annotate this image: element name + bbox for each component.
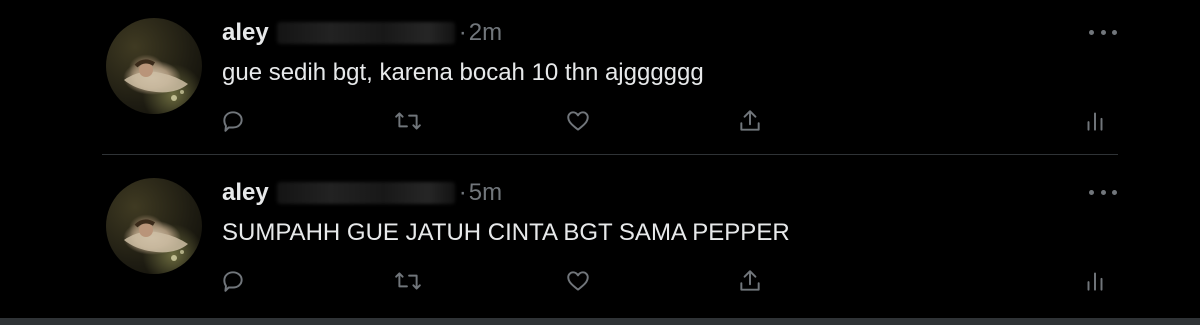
tweet-timestamp[interactable]: 2m bbox=[469, 18, 502, 48]
share-button[interactable] bbox=[735, 266, 765, 296]
redacted-handle bbox=[276, 22, 455, 44]
share-icon bbox=[740, 110, 760, 131]
like-icon bbox=[567, 111, 589, 131]
tweet-timestamp[interactable]: 5m bbox=[469, 178, 502, 208]
avatar[interactable] bbox=[106, 18, 202, 114]
author-name[interactable]: aley bbox=[222, 18, 269, 48]
tweet-actions bbox=[0, 106, 1200, 136]
avatar-painting bbox=[124, 59, 188, 101]
bottom-bar bbox=[0, 318, 1200, 325]
analytics-icon bbox=[1087, 112, 1103, 131]
more-icon[interactable] bbox=[1089, 26, 1117, 38]
retweet-button[interactable] bbox=[393, 266, 423, 296]
more-icon[interactable] bbox=[1089, 186, 1117, 198]
analytics-button[interactable] bbox=[1080, 106, 1110, 136]
analytics-button[interactable] bbox=[1080, 266, 1110, 296]
author-name[interactable]: aley bbox=[222, 178, 269, 208]
analytics-icon bbox=[1087, 272, 1103, 291]
redacted-handle bbox=[276, 182, 455, 204]
tweet[interactable]: aley · 2m gue sedih bgt, karena bocah 10… bbox=[0, 0, 1200, 155]
tweet-author: aley · 2m bbox=[222, 18, 502, 48]
tweet-author: aley · 5m bbox=[222, 178, 502, 208]
tweet-feed: aley · 2m gue sedih bgt, karena bocah 10… bbox=[0, 0, 1200, 325]
avatar[interactable] bbox=[106, 178, 202, 274]
tweet[interactable]: aley · 5m SUMPAHH GUE JATUH CINTA BGT SA… bbox=[0, 160, 1200, 315]
retweet-button[interactable] bbox=[393, 106, 423, 136]
like-icon bbox=[567, 271, 589, 291]
reply-icon bbox=[223, 111, 243, 132]
retweet-icon bbox=[395, 272, 421, 290]
tweet-text: gue sedih bgt, karena bocah 10 thn ajggg… bbox=[222, 59, 704, 86]
tweet-divider bbox=[102, 154, 1118, 155]
retweet-icon bbox=[395, 112, 421, 130]
reply-button[interactable] bbox=[218, 266, 248, 296]
like-button[interactable] bbox=[563, 266, 593, 296]
tweet-text: SUMPAHH GUE JATUH CINTA BGT SAMA PEPPER bbox=[222, 219, 790, 246]
tweet-actions bbox=[0, 266, 1200, 296]
avatar-painting bbox=[124, 219, 188, 261]
separator-dot: · bbox=[458, 179, 467, 206]
separator-dot: · bbox=[458, 19, 467, 46]
reply-button[interactable] bbox=[218, 106, 248, 136]
share-icon bbox=[740, 270, 760, 291]
like-button[interactable] bbox=[563, 106, 593, 136]
share-button[interactable] bbox=[735, 106, 765, 136]
reply-icon bbox=[223, 271, 243, 292]
